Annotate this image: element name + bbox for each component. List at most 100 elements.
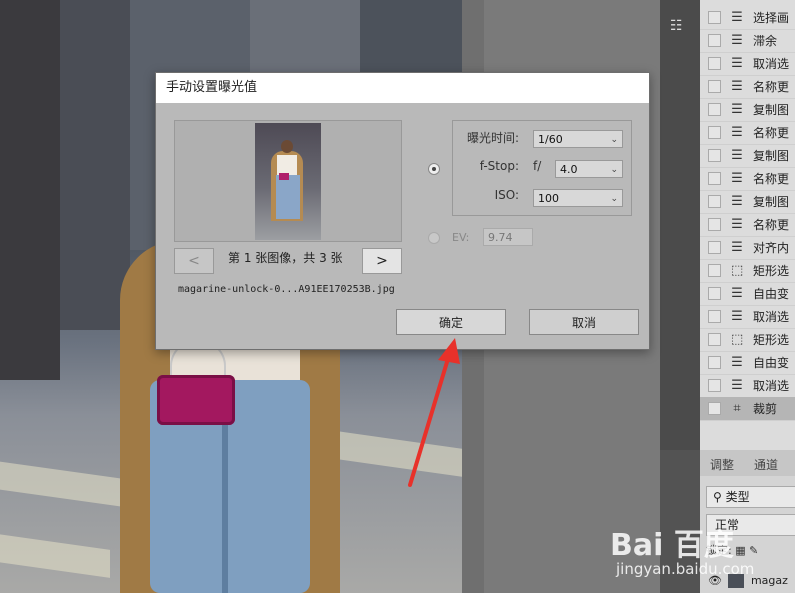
history-item[interactable]: ☰ 选择画 [700, 6, 795, 30]
chevron-down-icon: ⌄ [610, 135, 618, 145]
doc-icon: ☰ [731, 124, 743, 140]
history-item-label: 滞余 [753, 34, 778, 48]
history-item-label: 名称更 [753, 80, 790, 94]
exposure-time-label: 曝光时间: [466, 131, 519, 145]
history-item[interactable]: ☰ 复制图 [700, 144, 795, 168]
history-item[interactable]: ⌗ 裁剪 [700, 397, 795, 421]
doc-icon: ☰ [731, 170, 743, 186]
history-snapshot-checkbox[interactable] [708, 287, 721, 300]
history-item[interactable]: ☰ 复制图 [700, 190, 795, 214]
crop-icon: ⌗ [733, 400, 741, 416]
manual-exposure-radio[interactable] [428, 163, 440, 175]
ev-field[interactable]: 9.74 [483, 228, 533, 246]
history-item-label: 复制图 [753, 103, 790, 117]
history-item-label: 名称更 [753, 172, 790, 186]
history-snapshot-checkbox[interactable] [708, 149, 721, 162]
history-item[interactable]: ⬚ 矩形选 [700, 328, 795, 352]
history-panel-icon[interactable]: ☷ [670, 18, 690, 38]
image-counter: 第 1 张图像，共 3 张 [228, 251, 343, 265]
history-snapshot-checkbox[interactable] [708, 34, 721, 47]
marquee-icon: ⬚ [731, 262, 744, 278]
doc-icon: ☰ [731, 32, 743, 48]
history-item-label: 取消选 [753, 379, 790, 393]
history-snapshot-checkbox[interactable] [708, 11, 721, 24]
tab-channels[interactable]: 通道 [744, 450, 788, 476]
marquee-icon: ⬚ [731, 331, 744, 347]
history-snapshot-checkbox[interactable] [708, 356, 721, 369]
exposure-dialog: 手动设置曝光值 < 第 1 张图像，共 3 张 > magarine-unloc… [155, 72, 650, 350]
chevron-down-icon: ⌄ [610, 194, 618, 204]
history-item[interactable]: ☰ 取消选 [700, 52, 795, 76]
exposure-time-select[interactable]: 1/60 ⌄ [533, 130, 623, 148]
history-snapshot-checkbox[interactable] [708, 218, 721, 231]
history-item-label: 取消选 [753, 310, 790, 324]
iso-label: ISO: [494, 188, 519, 202]
history-snapshot-checkbox[interactable] [708, 172, 721, 185]
layer-filter-select[interactable]: ⚲ 类型 [706, 486, 795, 508]
doc-icon: ☰ [731, 377, 743, 393]
history-item[interactable]: ☰ 取消选 [700, 305, 795, 329]
dialog-title: 手动设置曝光值 [156, 73, 649, 103]
ev-label: EV: [452, 231, 470, 244]
prev-image-button[interactable]: < [174, 248, 214, 274]
history-item[interactable]: ☰ 名称更 [700, 75, 795, 99]
doc-icon: ☰ [731, 354, 743, 370]
history-item-label: 复制图 [753, 195, 790, 209]
history-snapshot-checkbox[interactable] [708, 379, 721, 392]
doc-icon: ☰ [731, 193, 743, 209]
fstop-select[interactable]: 4.0 ⌄ [555, 160, 623, 178]
history-snapshot-checkbox[interactable] [708, 310, 721, 323]
tab-adjust[interactable]: 调整 [700, 450, 744, 476]
history-item-label: 名称更 [753, 218, 790, 232]
history-item[interactable]: ☰ 自由变 [700, 282, 795, 306]
history-item-label: 选择画 [753, 11, 790, 25]
exposure-settings-group: 曝光时间: 1/60 ⌄ f-Stop: f/ 4.0 ⌄ ISO: 100 ⌄ [452, 120, 632, 216]
adjustments-panel: 调整 通道 ⚲ 类型 正常 锁定: ▦ ✎ 👁 magaz [700, 450, 795, 593]
history-item-label: 矩形选 [753, 264, 790, 278]
image-thumbnail [255, 123, 321, 240]
history-item[interactable]: ☰ 名称更 [700, 121, 795, 145]
doc-icon: ☰ [731, 216, 743, 232]
panel-tabbar: 调整 通道 [700, 450, 795, 476]
history-item[interactable]: ☰ 名称更 [700, 213, 795, 237]
iso-select[interactable]: 100 ⌄ [533, 189, 623, 207]
history-snapshot-checkbox[interactable] [708, 103, 721, 116]
history-snapshot-checkbox[interactable] [708, 333, 721, 346]
history-item-label: 取消选 [753, 57, 790, 71]
history-snapshot-checkbox[interactable] [708, 241, 721, 254]
history-item[interactable]: ☰ 对齐内 [700, 236, 795, 260]
doc-icon: ☰ [731, 147, 743, 163]
panel-icon-column: ☷ [660, 0, 700, 450]
cancel-button[interactable]: 取消 [529, 309, 639, 335]
doc-icon: ☰ [731, 101, 743, 117]
handbag [157, 375, 235, 425]
ok-button[interactable]: 确定 [396, 309, 506, 335]
history-item[interactable]: ☰ 名称更 [700, 167, 795, 191]
blend-mode-select[interactable]: 正常 [706, 514, 795, 536]
brush-icon[interactable]: ✎ [749, 544, 758, 557]
history-item-label: 复制图 [753, 149, 790, 163]
history-item-label: 裁剪 [753, 402, 778, 416]
history-item-label: 自由变 [753, 356, 790, 370]
ev-radio[interactable] [428, 232, 440, 244]
lock-pixels-icon[interactable]: ▦ [735, 544, 745, 557]
history-item[interactable]: ☰ 自由变 [700, 351, 795, 375]
history-item[interactable]: ☰ 取消选 [700, 374, 795, 398]
history-snapshot-checkbox[interactable] [708, 80, 721, 93]
doc-icon: ☰ [731, 9, 743, 25]
history-item[interactable]: ⬚ 矩形选 [700, 259, 795, 283]
layer-name: magaz [750, 574, 788, 587]
next-image-button[interactable]: > [362, 248, 402, 274]
history-snapshot-checkbox[interactable] [708, 126, 721, 139]
history-item[interactable]: ☰ 复制图 [700, 98, 795, 122]
history-snapshot-checkbox[interactable] [708, 264, 721, 277]
history-panel: ☰ 选择画 ☰ 滞余 ☰ 取消选 ☰ 名称更 ☰ 复制图 ☰ 名称更 ☰ 复制图 ☰ 名称更 ☰ 复制图 ☰ 名称更 ☰… [700, 0, 795, 450]
history-item[interactable]: ☰ 滞余 [700, 29, 795, 53]
history-snapshot-checkbox[interactable] [708, 402, 721, 415]
history-snapshot-checkbox[interactable] [708, 195, 721, 208]
eye-icon[interactable]: 👁 [708, 574, 722, 587]
history-item-label: 对齐内 [753, 241, 790, 255]
history-snapshot-checkbox[interactable] [708, 57, 721, 70]
fstop-prefix: f/ [533, 159, 542, 173]
layer-row[interactable]: 👁 magaz [708, 574, 788, 588]
